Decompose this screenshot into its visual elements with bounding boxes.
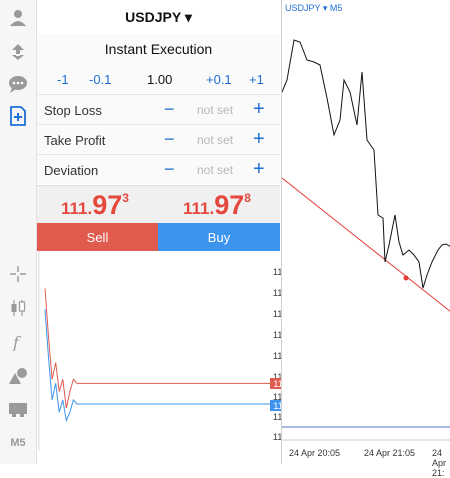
timeframe-button[interactable]: M5 [8, 433, 28, 453]
take-profit-plus-button[interactable]: + [253, 128, 265, 151]
stop-loss-row: Stop Loss − not set + [37, 94, 280, 125]
volume-value[interactable]: 1.00 [147, 72, 172, 87]
sell-price: 111.973 [61, 190, 129, 221]
stop-loss-minus-button[interactable]: − [164, 99, 175, 120]
buy-price-prefix: 111. [183, 199, 215, 218]
volume-up-large-button[interactable]: +1 [249, 72, 264, 87]
buy-button[interactable]: Buy [158, 223, 280, 251]
transfer-icon[interactable] [8, 42, 28, 62]
new-order-icon[interactable] [8, 106, 28, 126]
svg-text:f: f [12, 333, 22, 351]
trend-line [282, 177, 450, 312]
volume-down-large-button[interactable]: -1 [57, 72, 69, 87]
buy-price-big: 97 [214, 190, 245, 220]
volume-row: -1 -0.1 1.00 +0.1 +1 [37, 66, 280, 94]
deviation-value[interactable]: not set [197, 163, 233, 177]
chat-icon[interactable] [8, 74, 28, 94]
order-panel: USDJPY ▾ Instant Execution -1 -0.1 1.00 … [37, 0, 308, 464]
main-chart[interactable]: USDJPY ▾ M5 24 Apr 20:05 24 Apr 21:05 24… [281, 0, 450, 478]
volume-down-small-button[interactable]: -0.1 [89, 72, 111, 87]
candles-icon[interactable] [8, 298, 28, 318]
time-label: 24 Apr 21:05 [364, 448, 416, 458]
crosshair-icon[interactable] [8, 264, 28, 284]
trend-line-point [403, 275, 409, 281]
ask-series-line [44, 288, 270, 409]
deviation-label: Deviation [44, 163, 99, 178]
symbol-selector[interactable]: USDJPY ▾ [37, 0, 280, 35]
deviation-plus-button[interactable]: + [253, 158, 265, 181]
deviation-minus-button[interactable]: − [164, 159, 175, 180]
time-label: 24 Apr 20:05 [289, 448, 341, 458]
stop-loss-plus-button[interactable]: + [253, 98, 265, 121]
user-icon[interactable] [8, 8, 28, 28]
price-line [282, 39, 450, 289]
tick-chart [38, 251, 270, 451]
take-profit-row: Take Profit − not set + [37, 124, 280, 155]
deviation-row: Deviation − not set + [37, 154, 280, 185]
left-toolbar: f M5 [0, 0, 37, 464]
function-icon[interactable]: f [8, 332, 28, 352]
price-panel: 111.973 111.978 [37, 185, 280, 224]
time-label: 24 Apr 21: [432, 448, 447, 478]
templates-icon[interactable] [8, 400, 28, 420]
bid-series-line [44, 309, 270, 423]
sell-price-sup: 3 [122, 191, 129, 205]
volume-up-small-button[interactable]: +0.1 [206, 72, 232, 87]
sell-price-big: 97 [92, 190, 123, 220]
main-chart-canvas [282, 39, 450, 441]
sell-button[interactable]: Sell [37, 223, 158, 251]
take-profit-value[interactable]: not set [197, 133, 233, 147]
stop-loss-label: Stop Loss [44, 103, 102, 118]
stop-loss-value[interactable]: not set [197, 103, 233, 117]
buy-price: 111.978 [183, 190, 251, 221]
take-profit-label: Take Profit [44, 133, 106, 148]
buy-price-sup: 8 [244, 191, 251, 205]
sell-price-prefix: 111. [61, 199, 93, 218]
objects-icon[interactable] [8, 366, 28, 386]
take-profit-minus-button[interactable]: − [164, 129, 175, 150]
execution-type[interactable]: Instant Execution [37, 34, 280, 64]
